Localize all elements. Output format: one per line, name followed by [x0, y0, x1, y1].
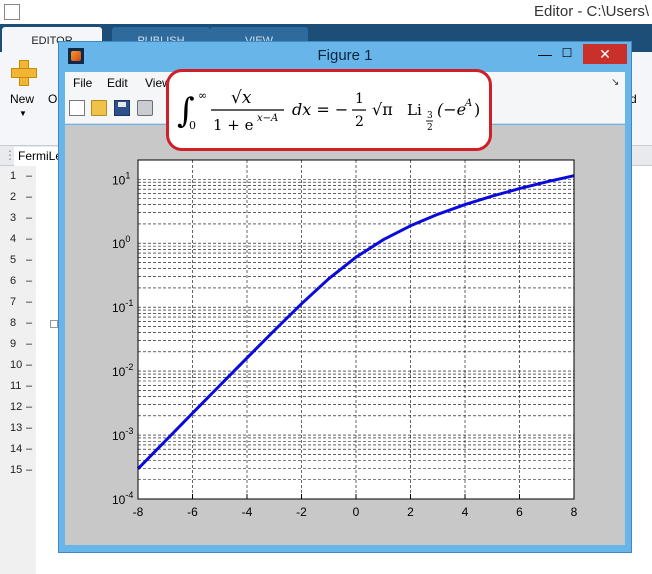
y-tick-base: 10: [112, 237, 126, 251]
line-number: 12–: [10, 401, 33, 413]
line-marker: –: [26, 338, 33, 350]
x-tick-label: -6: [187, 505, 198, 519]
denominator-exponent: x−A: [257, 113, 278, 124]
line-number: 1–: [10, 170, 33, 182]
menu-edit[interactable]: Edit: [107, 76, 128, 90]
polylog-order-den: 2: [427, 123, 433, 133]
new-button-label: New: [10, 92, 35, 106]
app-title: Editor - C:\Users\: [534, 3, 650, 20]
line-number: 8–: [10, 317, 33, 329]
line-marker: –: [26, 170, 33, 182]
maximize-icon[interactable]: ☐: [557, 46, 577, 62]
line-number: 11–: [10, 380, 33, 392]
menu-file[interactable]: File: [73, 76, 92, 90]
line-number: 6–: [10, 275, 33, 287]
chevron-down-icon: ▼: [19, 109, 27, 118]
x-tick-label: 0: [353, 505, 360, 519]
y-tick-base: 10: [112, 493, 126, 507]
y-tick-base: 10: [112, 173, 126, 187]
polylog-order-num: 3: [427, 111, 433, 121]
x-tick-label: 8: [571, 505, 578, 519]
y-tick-base: 10: [112, 429, 126, 443]
formula-callout: ∫ ∞ 0 √x 1 + e x−A dx = − 1 2 √π Li 3 2 …: [166, 69, 492, 151]
app-titlebar: Editor - C:\Users\: [0, 0, 652, 24]
line-marker: –: [26, 422, 33, 434]
line-marker: –: [26, 464, 33, 476]
x-tick-label: 2: [407, 505, 414, 519]
fold-toggle-icon[interactable]: [50, 320, 58, 328]
line-marker: –: [26, 254, 33, 266]
half-denominator: 2: [355, 114, 364, 130]
y-tick-label: 10-1: [112, 298, 133, 315]
y-tick-label: 10-2: [112, 362, 133, 379]
line-number: 4–: [10, 233, 33, 245]
sqrt-pi: √π: [372, 100, 393, 119]
formula-svg: ∫ ∞ 0 √x 1 + e x−A dx = − 1 2 √π Li 3 2 …: [177, 88, 480, 134]
y-tick-label: 100: [112, 234, 130, 251]
dx-equals: dx = −: [292, 100, 348, 119]
y-tick-exponent: -4: [125, 490, 133, 500]
new-button[interactable]: New ▼: [6, 58, 40, 118]
line-number: 9–: [10, 338, 33, 350]
line-number: 13–: [10, 422, 33, 434]
open-folder-icon[interactable]: [91, 100, 107, 116]
x-tick-label: -8: [133, 505, 144, 519]
line-number: 2–: [10, 191, 33, 203]
y-tick-exponent: -3: [125, 426, 133, 436]
line-marker: –: [26, 212, 33, 224]
app-document-icon: [4, 4, 20, 20]
y-tick-label: 101: [112, 170, 130, 187]
line-marker: –: [26, 443, 33, 455]
line-marker: –: [26, 191, 33, 203]
polylog-close: ): [474, 100, 480, 119]
y-tick-label: 10-4: [112, 490, 133, 507]
y-tick-exponent: 0: [125, 234, 130, 244]
x-tick-label: -2: [296, 505, 307, 519]
print-icon[interactable]: [137, 100, 153, 116]
figure-canvas: -8 -6 -4 -2 0 2 4 6 8 101 100 10-1 10-2 10-3 10-4: [65, 125, 625, 545]
integral-upper: ∞: [198, 89, 207, 102]
new-file-icon[interactable]: [69, 100, 85, 116]
log-plot: -8 -6 -4 -2 0 2 4 6 810110010-110-210-310-4: [112, 159, 578, 519]
dock-arrow-icon[interactable]: ↘: [611, 77, 619, 88]
half-numerator: 1: [355, 91, 364, 107]
line-marker: –: [26, 275, 33, 287]
line-number: 5–: [10, 254, 33, 266]
line-marker: –: [26, 233, 33, 245]
line-marker: –: [26, 296, 33, 308]
line-number: 7–: [10, 296, 33, 308]
polylog-argument: (−e: [437, 100, 466, 119]
y-tick-exponent: 1: [125, 170, 130, 180]
line-marker: –: [26, 359, 33, 371]
y-tick-base: 10: [112, 365, 126, 379]
save-icon[interactable]: [114, 100, 130, 116]
y-tick-exponent: -2: [125, 362, 133, 372]
polylog: Li: [407, 101, 422, 119]
line-number: 14–: [10, 443, 33, 455]
plus-icon: [11, 60, 37, 86]
x-tick-label: 4: [462, 505, 469, 519]
integral-lower: 0: [189, 119, 196, 132]
y-tick-label: 10-3: [112, 426, 133, 443]
line-marker: –: [26, 317, 33, 329]
figure-titlebar: Figure 1 — ☐ ✕: [59, 42, 631, 70]
x-tick-label: 6: [516, 505, 523, 519]
x-tick-label: -4: [242, 505, 253, 519]
denominator: 1 + e: [213, 116, 254, 134]
numerator: √x: [231, 88, 252, 108]
minimize-icon[interactable]: —: [535, 46, 555, 62]
line-marker: –: [26, 401, 33, 413]
y-tick-base: 10: [112, 301, 126, 315]
line-number: 3–: [10, 212, 33, 224]
line-marker: –: [26, 380, 33, 392]
close-icon[interactable]: ✕: [583, 44, 627, 64]
open-button-partial-label[interactable]: O: [48, 92, 57, 106]
polylog-argument-exponent: A: [464, 98, 472, 109]
y-tick-exponent: -1: [125, 298, 133, 308]
line-number: 15–: [10, 464, 33, 476]
line-number: 10–: [10, 359, 33, 371]
